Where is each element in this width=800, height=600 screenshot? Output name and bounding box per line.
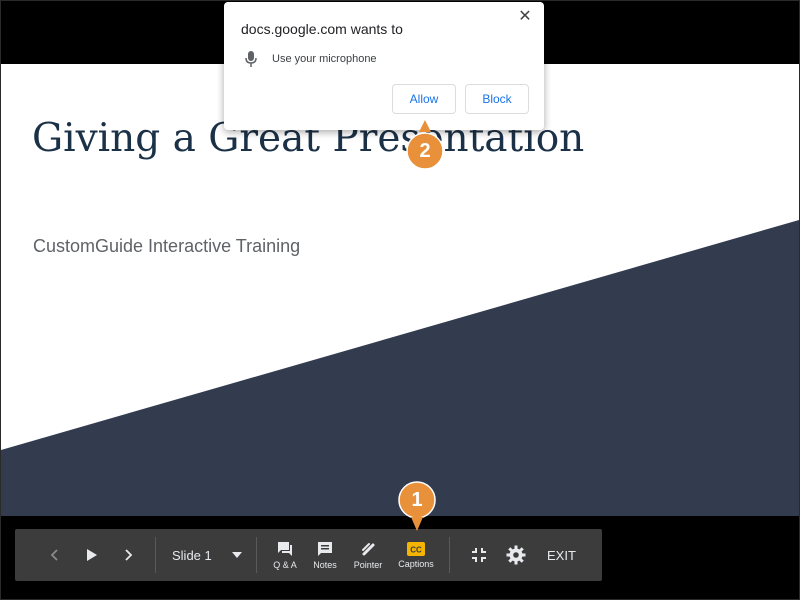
- chevron-left-icon: [50, 549, 58, 561]
- callout-number: 1: [411, 489, 423, 511]
- slide-selector[interactable]: Slide 1: [172, 529, 262, 581]
- notes-label: Notes: [313, 559, 337, 570]
- microphone-icon: [245, 51, 257, 67]
- previous-slide-button[interactable]: [43, 529, 65, 581]
- qa-button[interactable]: Q & A: [269, 529, 301, 581]
- toolbar-divider: [155, 537, 156, 573]
- captions-label: Captions: [398, 558, 434, 569]
- callout-step-1: 1: [398, 481, 436, 533]
- gear-icon: [506, 545, 526, 565]
- exit-fullscreen-icon: [472, 548, 486, 562]
- qa-icon: [278, 541, 292, 556]
- pointer-button[interactable]: Pointer: [349, 529, 387, 581]
- popup-title: docs.google.com wants to: [241, 21, 403, 37]
- chevron-right-icon: [125, 549, 133, 561]
- play-button[interactable]: [81, 529, 103, 581]
- exit-button[interactable]: EXIT: [547, 529, 576, 581]
- slide-selector-label: Slide 1: [172, 547, 212, 563]
- settings-button[interactable]: [505, 529, 527, 581]
- permission-popup: docs.google.com wants to ✕ Use your micr…: [224, 2, 544, 130]
- pointer-icon: [362, 542, 375, 555]
- allow-button[interactable]: Allow: [392, 84, 456, 114]
- slide-subtitle: CustomGuide Interactive Training: [33, 236, 301, 256]
- permission-row: Use your microphone: [244, 50, 377, 68]
- svg-text:CC: CC: [410, 545, 422, 554]
- caret-down-icon: [231, 552, 242, 558]
- next-slide-button[interactable]: [118, 529, 140, 581]
- captions-button[interactable]: CC Captions: [394, 529, 438, 581]
- callout-step-2: 2: [406, 120, 444, 170]
- qa-label: Q & A: [273, 559, 297, 570]
- callout-number: 2: [419, 140, 431, 162]
- notes-icon: [318, 541, 332, 556]
- block-button[interactable]: Block: [465, 84, 529, 114]
- notes-button[interactable]: Notes: [309, 529, 341, 581]
- pointer-label: Pointer: [353, 559, 383, 570]
- close-icon[interactable]: ✕: [516, 8, 534, 26]
- permission-text: Use your microphone: [272, 53, 377, 65]
- toolbar-divider: [256, 537, 257, 573]
- play-icon: [87, 549, 97, 561]
- presenter-toolbar: Slide 1 Q & A Notes Pointer CC Captions …: [15, 529, 602, 581]
- exit-fullscreen-button[interactable]: [469, 529, 489, 581]
- toolbar-divider: [449, 537, 450, 573]
- captions-icon: CC: [407, 541, 425, 556]
